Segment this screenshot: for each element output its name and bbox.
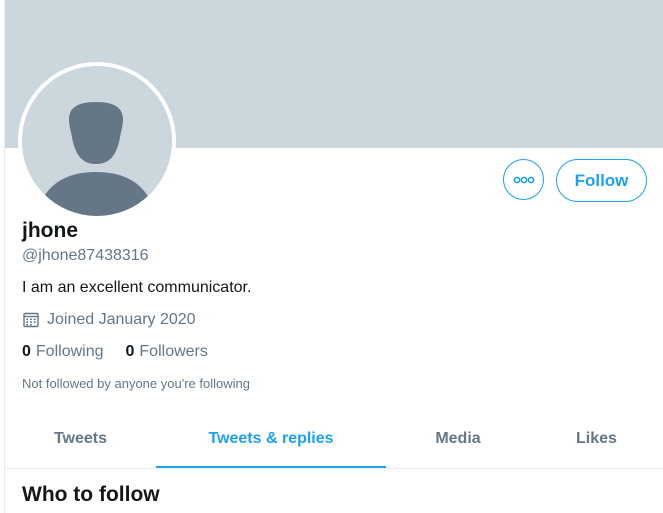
joined-date: Joined January 2020 [22, 310, 196, 330]
follow-stats: 0 Following 0 Followers [22, 342, 230, 362]
following-label: Following [35, 343, 104, 360]
following-count: 0 [22, 343, 31, 360]
tab-likes[interactable]: Likes [530, 410, 663, 468]
profile-handle[interactable]: @jhone87438316 [22, 246, 149, 266]
followers-label: Followers [139, 343, 208, 360]
more-options-button[interactable] [503, 159, 544, 200]
tab-media[interactable]: Media [386, 410, 530, 468]
follow-button[interactable]: Follow [556, 159, 647, 202]
tab-tweets-and-replies[interactable]: Tweets & replies [156, 410, 386, 468]
not-followed-note: Not followed by anyone you're following [22, 376, 250, 391]
followers-stat[interactable]: 0 Followers [126, 342, 208, 362]
display-name: jhone [22, 219, 78, 242]
default-avatar-icon [22, 66, 172, 216]
followers-count: 0 [125, 343, 135, 360]
joined-label: Joined January 2020 [47, 311, 196, 328]
tab-tweets[interactable]: Tweets [5, 410, 156, 468]
following-stat[interactable]: 0 Following [22, 342, 104, 362]
profile-bio: I am an excellent communicator. [22, 279, 252, 296]
more-dots-icon [513, 176, 534, 183]
profile-tabs: Tweets Tweets & replies Media Likes [5, 410, 663, 469]
profile-page: Follow jhone @jhone87438316 I am an exce… [0, 0, 663, 513]
profile-avatar[interactable] [18, 62, 176, 220]
who-to-follow-heading: Who to follow [22, 483, 160, 506]
calendar-icon [22, 311, 40, 329]
